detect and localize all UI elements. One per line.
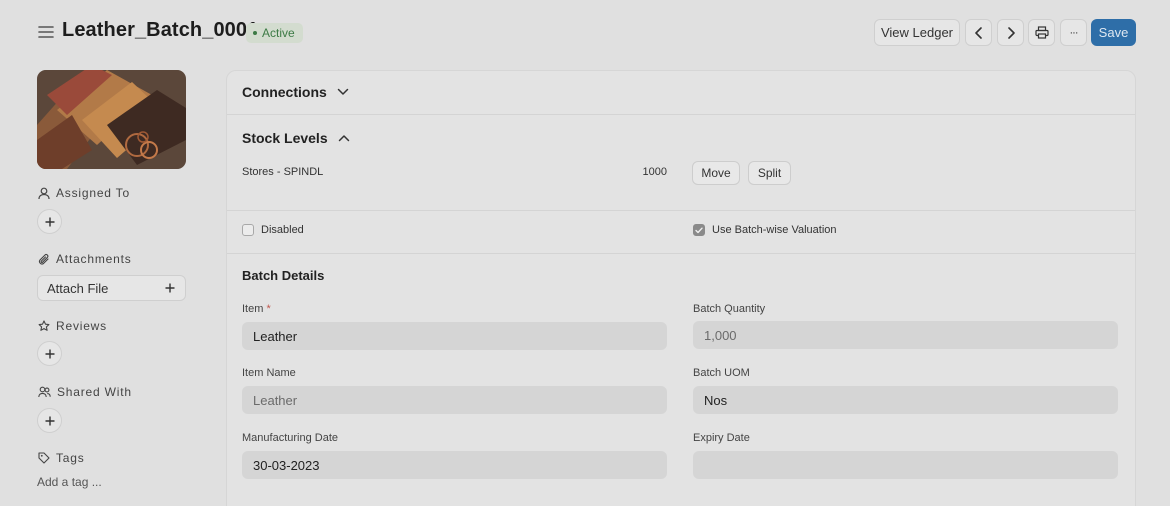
status-badge: Active [246,23,303,43]
section-divider [227,253,1135,254]
next-record-button[interactable] [997,19,1024,46]
stock-levels-label: Stock Levels [242,130,328,146]
chevron-left-icon [974,26,982,39]
user-icon [38,187,50,199]
more-options-button[interactable]: ··· [1060,19,1087,46]
plus-icon [45,349,54,358]
section-divider [227,210,1135,211]
warehouse-qty: 1000 [642,166,667,178]
connections-section-toggle[interactable]: Connections [242,84,349,100]
manufacturing-date-field[interactable]: 30-03-2023 [242,451,667,479]
star-icon [38,320,50,331]
view-ledger-button[interactable]: View Ledger [874,19,960,46]
assigned-to-section: Assigned To [38,186,130,200]
stock-levels-section-toggle[interactable]: Stock Levels [242,130,350,146]
tags-label: Tags [56,451,85,465]
paperclip-icon [38,253,49,265]
chevron-down-icon [337,88,349,95]
connections-label: Connections [242,84,327,100]
batch-uom-label: Batch UOM [693,367,750,379]
expiry-date-field[interactable] [693,451,1118,479]
form-card [226,70,1136,506]
plus-icon [45,217,54,226]
chevron-up-icon [338,135,349,142]
disabled-checkbox-row[interactable]: Disabled [242,224,304,236]
tag-icon [38,452,50,464]
reviews-section: Reviews [38,319,107,333]
item-name-label: Item Name [242,367,296,379]
previous-record-button[interactable] [965,19,992,46]
item-field-label: Item * [242,303,271,315]
item-name-field: Leather [242,386,667,414]
printer-icon [1034,26,1049,39]
status-text: Active [262,26,295,40]
add-tag-link[interactable]: Add a tag ... [37,475,102,489]
expiry-date-label: Expiry Date [693,432,750,444]
batch-image[interactable] [37,70,186,169]
manufacturing-date-label: Manufacturing Date [242,432,338,444]
batch-uom-field[interactable]: Nos [693,386,1118,414]
attach-file-button[interactable]: Attach File [37,275,186,301]
add-review-button[interactable] [37,341,62,366]
batch-valuation-label: Use Batch-wise Valuation [712,224,837,236]
add-share-button[interactable] [37,408,62,433]
checkmark-icon [695,227,703,233]
batch-quantity-field[interactable]: 1,000 [693,321,1118,349]
batch-details-title: Batch Details [242,268,325,283]
disabled-label: Disabled [261,224,304,236]
batch-valuation-checkbox[interactable] [693,224,705,236]
batch-valuation-checkbox-row[interactable]: Use Batch-wise Valuation [693,224,837,236]
required-indicator: * [266,303,271,315]
shared-with-label: Shared With [57,385,132,399]
reviews-label: Reviews [56,319,107,333]
page-title: Leather_Batch_0001 [62,19,259,41]
more-icon: ··· [1069,26,1079,39]
assigned-to-label: Assigned To [56,186,130,200]
attachments-label: Attachments [56,252,132,266]
item-label-text: Item [242,303,264,315]
chevron-right-icon [1007,26,1015,39]
print-button[interactable] [1028,19,1055,46]
attachments-section: Attachments [38,252,132,266]
shared-with-section: Shared With [38,385,132,399]
tags-section: Tags [38,451,85,465]
move-button[interactable]: Move [692,161,740,185]
status-dot-icon [253,31,257,35]
add-assignee-button[interactable] [37,209,62,234]
section-divider [227,114,1135,115]
attach-file-label: Attach File [47,280,109,296]
plus-icon [45,416,54,425]
batch-quantity-label: Batch Quantity [693,303,766,315]
warehouse-name: Stores - SPINDL [242,166,324,178]
menu-icon[interactable] [38,25,54,39]
item-field[interactable]: Leather [242,322,667,350]
users-icon [38,386,51,398]
disabled-checkbox[interactable] [242,224,254,236]
plus-icon [165,283,175,293]
split-button[interactable]: Split [748,161,791,185]
save-button[interactable]: Save [1091,19,1136,46]
